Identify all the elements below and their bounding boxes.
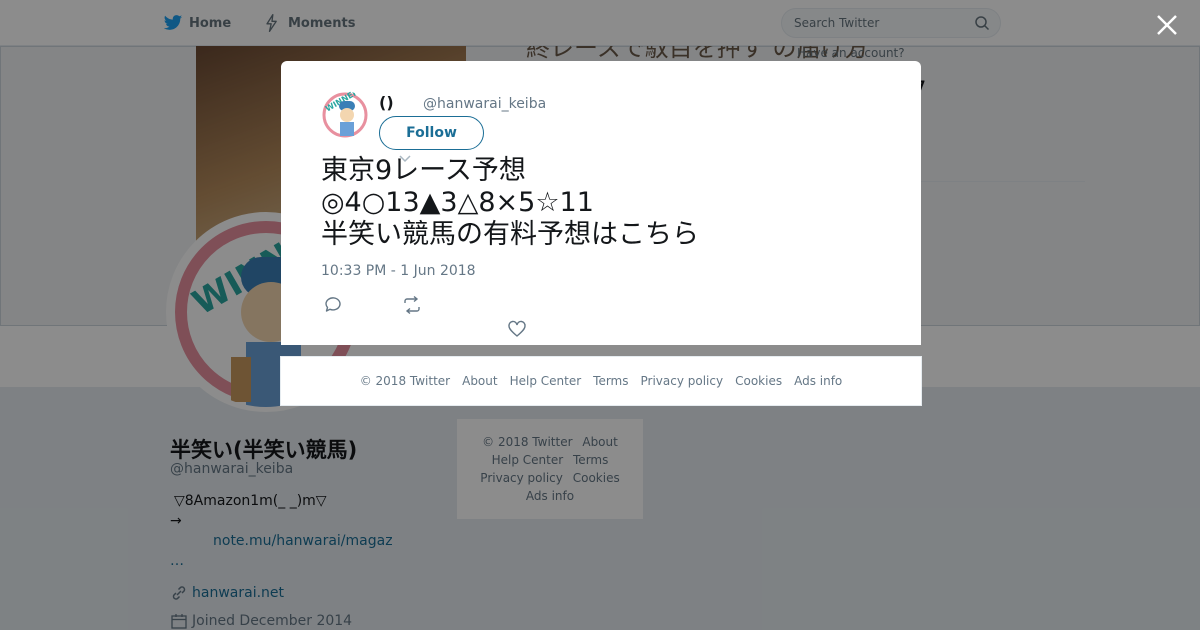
tweet-line-2: ◎4○13▲3△8×5☆11 [321, 187, 594, 218]
reply-icon[interactable] [323, 295, 343, 315]
heart-icon[interactable] [507, 319, 527, 339]
tweet-line-1: 東京9レース予想 [321, 155, 526, 186]
tweet-modal: WINNER () @hanwarai_keiba Follow 東京9レース予… [281, 61, 921, 345]
tweet-author-name[interactable]: () [379, 93, 394, 112]
follow-button[interactable]: Follow [379, 116, 484, 150]
footer-privacy[interactable]: Privacy policy [641, 374, 724, 388]
footer-copyright: © 2018 Twitter [359, 374, 451, 388]
footer-about[interactable]: About [462, 374, 497, 388]
tweet-text: 東京9レース予想 ◎4○13▲3△8×5☆11 半笑い競馬の有料予想はこちら [321, 155, 881, 251]
tweet-author-handle[interactable]: @hanwarai_keiba [423, 96, 546, 112]
footer-cookies[interactable]: Cookies [735, 374, 782, 388]
footer-ads-info[interactable]: Ads info [794, 374, 842, 388]
modal-footer: © 2018 Twitter About Help Center Terms P… [280, 356, 922, 406]
footer-terms[interactable]: Terms [593, 374, 628, 388]
retweet-icon[interactable] [402, 295, 422, 315]
tweet-line-3: 半笑い競馬の有料予想はこちら [321, 219, 699, 250]
footer-help-center[interactable]: Help Center [510, 374, 582, 388]
close-icon[interactable] [1154, 12, 1180, 38]
tweet-timestamp[interactable]: 10:33 PM - 1 Jun 2018 [321, 263, 476, 279]
tweet-author-avatar[interactable]: WINNER [321, 91, 369, 139]
